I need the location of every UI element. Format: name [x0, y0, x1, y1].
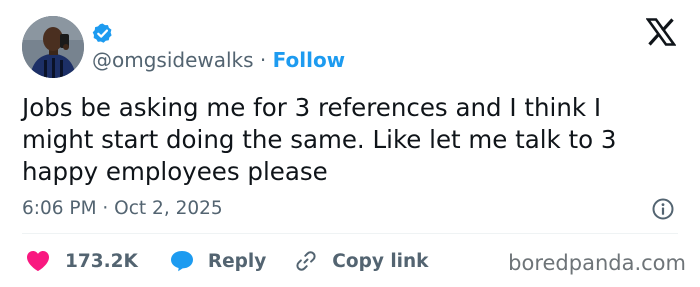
- action-bar: 173.2K Reply Copy link: [22, 247, 428, 275]
- like-button[interactable]: 173.2K: [22, 250, 138, 272]
- reply-label: Reply: [207, 250, 267, 272]
- reply-button[interactable]: Reply: [170, 250, 266, 272]
- copy-link-label: Copy link: [332, 250, 429, 272]
- separator-dot: ·: [259, 48, 273, 72]
- info-icon[interactable]: [651, 197, 675, 221]
- x-logo-icon[interactable]: [646, 18, 676, 46]
- verified-badge-icon: [92, 23, 112, 43]
- link-icon: [296, 251, 316, 271]
- follow-button[interactable]: Follow: [273, 48, 346, 72]
- tweet-text: Jobs be asking me for 3 references and I…: [22, 93, 617, 186]
- avatar[interactable]: [22, 16, 84, 78]
- copy-link-button[interactable]: Copy link: [294, 249, 428, 273]
- tweet-card: @omgsidewalks · Follow Jobs be asking me…: [0, 0, 700, 287]
- tweet-timestamp[interactable]: 6:06 PM · Oct 2, 2025: [22, 197, 223, 221]
- like-count: 173.2K: [65, 250, 138, 272]
- heart-icon: [27, 251, 49, 271]
- author-row: @omgsidewalks · Follow: [92, 48, 345, 72]
- watermark: boredpanda.com: [508, 251, 686, 275]
- speech-bubble-icon: [170, 251, 193, 272]
- author-handle[interactable]: @omgsidewalks: [92, 48, 254, 72]
- divider: [22, 233, 678, 234]
